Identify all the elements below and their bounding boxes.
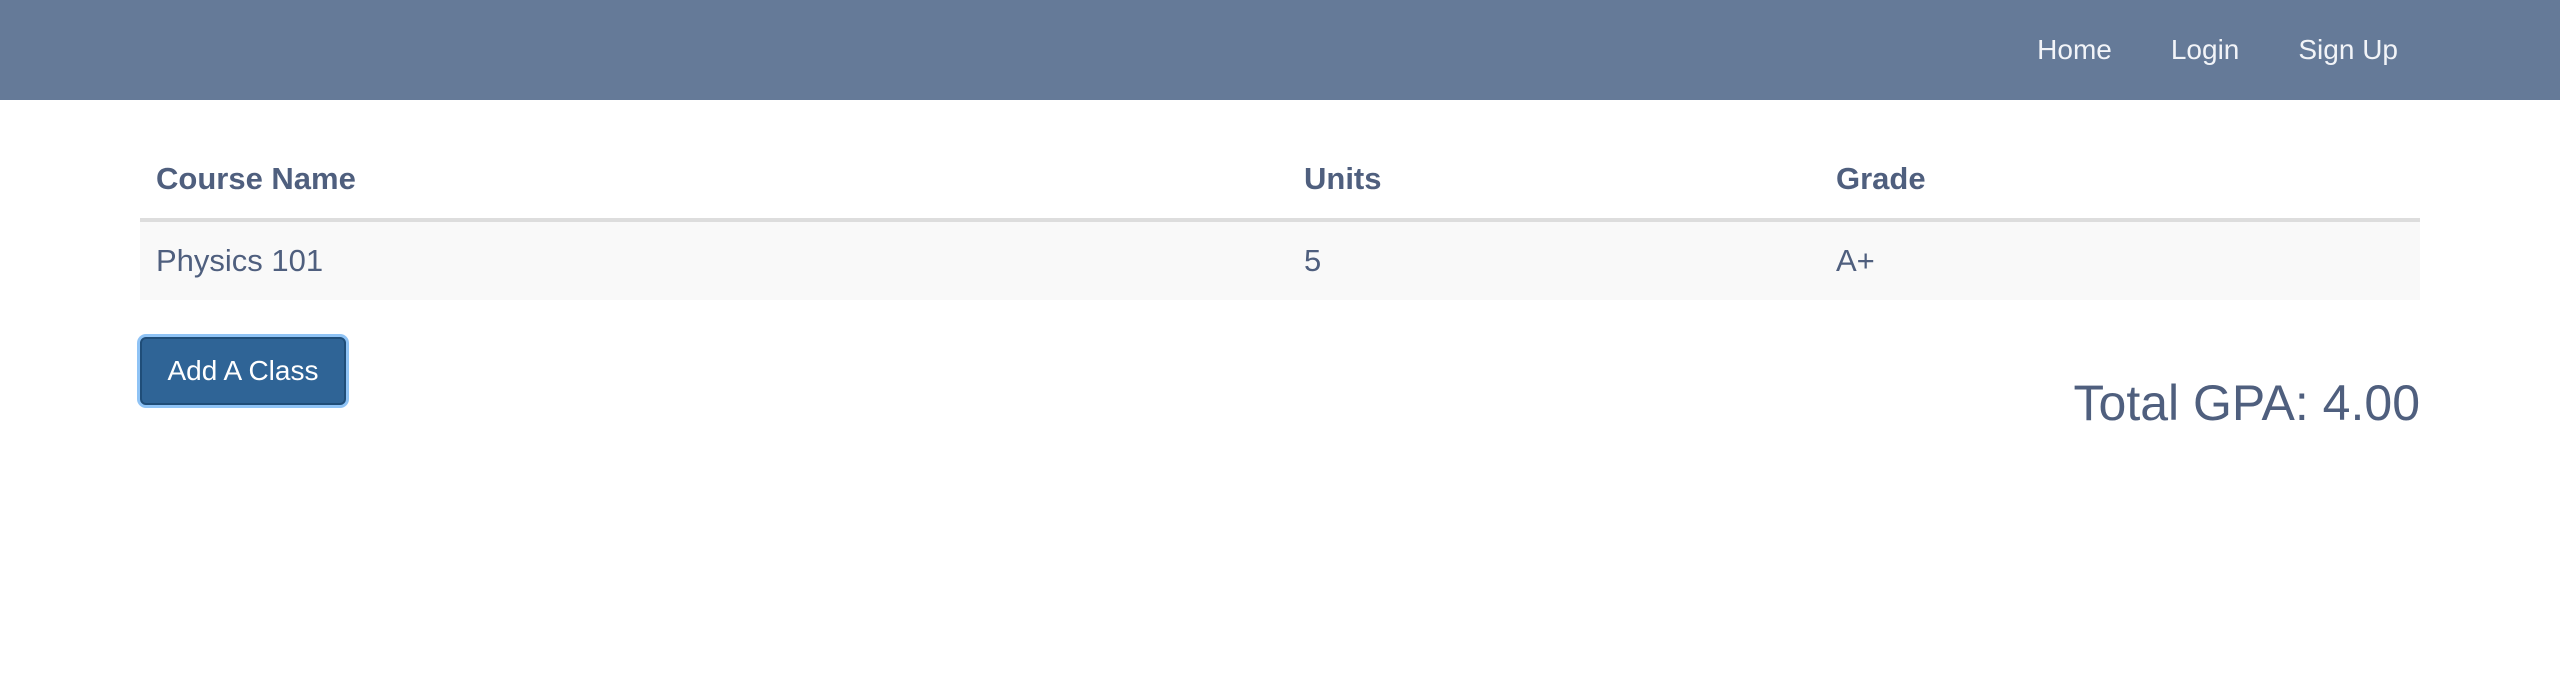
cell-grade: A+ bbox=[1820, 220, 2420, 300]
courses-table-header: Course Name Units Grade bbox=[140, 140, 2420, 222]
table-row: Physics 101 5 A+ bbox=[140, 220, 2420, 300]
nav-link-home[interactable]: Home bbox=[2037, 34, 2112, 66]
column-header-course-name: Course Name bbox=[140, 140, 1288, 222]
main-content: Course Name Units Grade Physics 101 5 A+ bbox=[140, 140, 2420, 300]
nav-links: Home Login Sign Up bbox=[1978, 0, 2398, 100]
column-header-units: Units bbox=[1288, 140, 1820, 222]
header-row: Course Name Units Grade bbox=[140, 140, 2420, 222]
courses-table-body: Physics 101 5 A+ bbox=[140, 220, 2420, 300]
nav-link-sign-up[interactable]: Sign Up bbox=[2298, 34, 2398, 66]
courses-table: Course Name Units Grade Physics 101 5 A+ bbox=[140, 140, 2420, 300]
add-class-button[interactable]: Add A Class bbox=[140, 337, 346, 405]
cell-course-name: Physics 101 bbox=[140, 220, 1288, 300]
total-gpa: Total GPA: 4.00 bbox=[2073, 375, 2420, 431]
top-navbar: Home Login Sign Up bbox=[0, 0, 2560, 100]
nav-link-login[interactable]: Login bbox=[2171, 34, 2240, 66]
column-header-grade: Grade bbox=[1820, 140, 2420, 222]
cell-units: 5 bbox=[1288, 220, 1820, 300]
